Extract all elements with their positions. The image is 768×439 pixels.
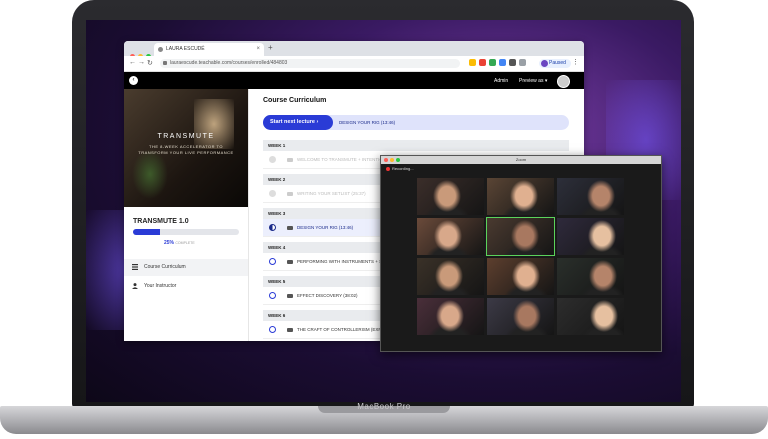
lecture-title: WRITING YOUR SETLIST (25:37) xyxy=(297,191,366,196)
url-field[interactable]: lauraescude.teachable.com/courses/enroll… xyxy=(160,59,460,68)
url-text: lauraescude.teachable.com/courses/enroll… xyxy=(170,60,288,66)
extension-icon[interactable] xyxy=(489,59,496,66)
zoom-window: Zoom Recording... xyxy=(380,155,662,352)
incomplete-circle-icon xyxy=(269,258,276,265)
progress-fill xyxy=(133,229,160,235)
profile-status: Paused xyxy=(549,60,566,66)
progress-value: 25% xyxy=(164,240,175,246)
preview-as-menu[interactable]: Preview as ▾ xyxy=(519,78,547,84)
lock-icon xyxy=(163,61,167,65)
page-title: Course Curriculum xyxy=(263,97,327,104)
progress-suffix: COMPLETE xyxy=(175,241,195,245)
completed-check-icon xyxy=(269,156,276,163)
video-icon xyxy=(287,192,293,196)
video-icon xyxy=(287,294,293,298)
course-cover-image: TRANSMUTE THE 8-WEEK ACCELERATOR TO TRAN… xyxy=(124,89,248,207)
week-header: WEEK 1 xyxy=(263,140,569,151)
browser-tab[interactable]: LAURA ESCUDÉ × xyxy=(154,43,264,56)
completed-check-icon xyxy=(269,190,276,197)
progress-bar xyxy=(133,229,239,235)
incomplete-circle-icon xyxy=(269,326,276,333)
participant-video-tile[interactable] xyxy=(417,218,484,255)
in-progress-icon xyxy=(269,224,276,231)
lecture-title: WELCOME TO TRANSMUTE + INTENTIONS xyxy=(297,157,390,162)
profile-avatar xyxy=(541,60,548,67)
zoom-titlebar: Zoom xyxy=(381,156,661,164)
reload-button[interactable]: ↻ xyxy=(147,59,153,67)
browser-menu-icon[interactable]: ⋮ xyxy=(572,58,579,66)
minimize-window-icon[interactable] xyxy=(390,158,394,162)
tab-bar: LAURA ESCUDÉ × + xyxy=(124,41,584,59)
participant-video-tile[interactable] xyxy=(417,178,484,215)
video-icon xyxy=(287,260,293,264)
extension-icon[interactable] xyxy=(519,59,526,66)
cover-title: TRANSMUTE xyxy=(157,133,215,140)
course-title: TRANSMUTE 1.0 xyxy=(133,218,189,225)
participant-video-tile[interactable] xyxy=(487,258,554,295)
recording-indicator: Recording... xyxy=(386,166,414,171)
sidebar-item-label: Course Curriculum xyxy=(144,264,186,270)
video-icon xyxy=(287,158,293,162)
extension-icon[interactable] xyxy=(479,59,486,66)
lecture-title: DESIGN YOUR RIG (13:46) xyxy=(297,225,354,230)
progress-label: 25% COMPLETE xyxy=(164,240,195,246)
person-icon xyxy=(132,283,138,289)
site-header: ‹ Admin Preview as ▾ xyxy=(124,72,584,90)
back-to-dashboard-icon[interactable]: ‹ xyxy=(129,76,138,85)
next-lecture-label: DESIGN YOUR RIG (13:46) xyxy=(339,120,396,125)
participant-video-tile[interactable] xyxy=(557,218,624,255)
extension-icon[interactable] xyxy=(509,59,516,66)
incomplete-circle-icon xyxy=(269,292,276,299)
participant-video-tile[interactable] xyxy=(557,298,624,335)
cover-subtitle: THE 8-WEEK ACCELERATOR TO TRANSFORM YOUR… xyxy=(138,144,234,155)
participant-video-tile[interactable] xyxy=(486,217,555,256)
lecture-title: EFFECT DISCOVERY (38:02) xyxy=(297,293,358,298)
recording-label: Recording... xyxy=(392,166,414,171)
extension-icon[interactable] xyxy=(469,59,476,66)
list-icon xyxy=(132,264,138,270)
participant-video-tile[interactable] xyxy=(557,178,624,215)
address-bar-row: ← → ↻ lauraescude.teachable.com/courses/… xyxy=(124,56,584,72)
sidebar-item-label: Your Instructor xyxy=(144,283,177,289)
back-button[interactable]: ← xyxy=(129,59,136,66)
extension-icon[interactable] xyxy=(499,59,506,66)
close-window-icon[interactable] xyxy=(384,158,388,162)
course-sidebar: TRANSMUTE THE 8-WEEK ACCELERATOR TO TRAN… xyxy=(124,89,249,341)
start-next-lecture-button[interactable]: Start next lecture › xyxy=(263,115,333,130)
video-icon xyxy=(287,328,293,332)
zoom-window-title: Zoom xyxy=(515,157,527,162)
video-icon xyxy=(287,226,293,230)
participant-video-tile[interactable] xyxy=(487,298,554,335)
forward-button[interactable]: → xyxy=(138,59,145,66)
user-avatar[interactable] xyxy=(557,75,570,88)
participant-video-tile[interactable] xyxy=(417,258,484,295)
participant-video-tile[interactable] xyxy=(487,178,554,215)
profile-button[interactable]: Paused xyxy=(539,59,571,68)
sidebar-item-instructor[interactable]: Your Instructor xyxy=(124,278,248,295)
admin-link[interactable]: Admin xyxy=(494,78,508,84)
participant-video-tile[interactable] xyxy=(557,258,624,295)
next-lecture-bar: Start next lecture › DESIGN YOUR RIG (13… xyxy=(263,115,569,130)
participant-video-tile[interactable] xyxy=(417,298,484,335)
tab-title: LAURA ESCUDÉ xyxy=(166,46,205,52)
favicon-icon xyxy=(158,47,163,52)
sidebar-item-curriculum[interactable]: Course Curriculum xyxy=(124,259,248,276)
new-tab-button[interactable]: + xyxy=(268,43,273,52)
record-dot-icon xyxy=(386,166,390,171)
maximize-window-icon[interactable] xyxy=(396,158,400,162)
device-label: MacBook Pro xyxy=(357,402,411,411)
close-tab-icon[interactable]: × xyxy=(256,43,260,56)
